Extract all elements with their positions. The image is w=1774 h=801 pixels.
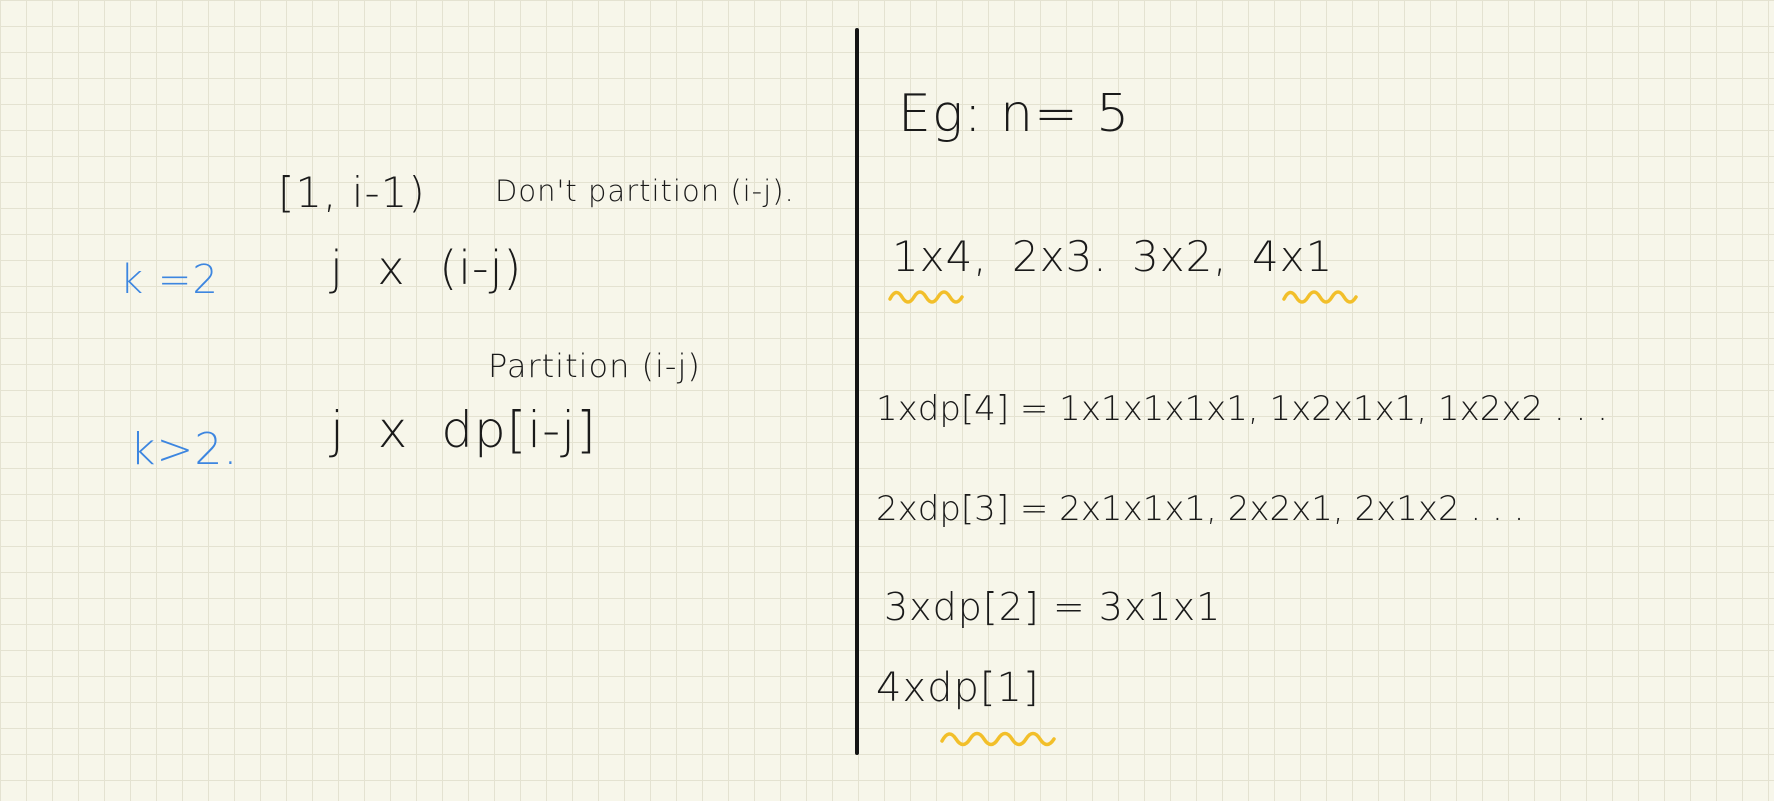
- expansion-line-2: 2xdp[3] = 2x1x1x1, 2x2x1, 2x1x2 . . .: [876, 489, 1525, 529]
- highlight-squiggle: [888, 290, 964, 304]
- example-heading: Eg: n= 5: [898, 84, 1131, 144]
- highlight-squiggle: [940, 731, 1056, 747]
- case-k2-expression: j x (i-j): [330, 241, 523, 295]
- highlight-squiggle: [1282, 290, 1358, 304]
- note-page: [1, i-1) Don't partition (i-j). k =2 j x…: [0, 0, 1774, 801]
- case-kgt2-label: k>2.: [130, 424, 239, 475]
- vertical-divider: [855, 28, 859, 755]
- case-k2-label: k =2: [120, 257, 219, 303]
- factor-pairs: 1x4, 2x3. 3x2, 4x1: [892, 232, 1334, 281]
- dont-partition-note: Don't partition (i-j).: [495, 174, 795, 208]
- expansion-line-1: 1xdp[4] = 1x1x1x1x1, 1x2x1x1, 1x2x2 . . …: [876, 389, 1608, 429]
- range-note: [1, i-1): [278, 168, 426, 217]
- partition-note: Partition (i-j): [488, 347, 701, 385]
- expansion-line-4: 4xdp[1]: [876, 665, 1040, 711]
- case-kgt2-expression: j x dp[i-j]: [330, 401, 597, 459]
- expansion-line-3: 3xdp[2] = 3x1x1: [884, 585, 1222, 629]
